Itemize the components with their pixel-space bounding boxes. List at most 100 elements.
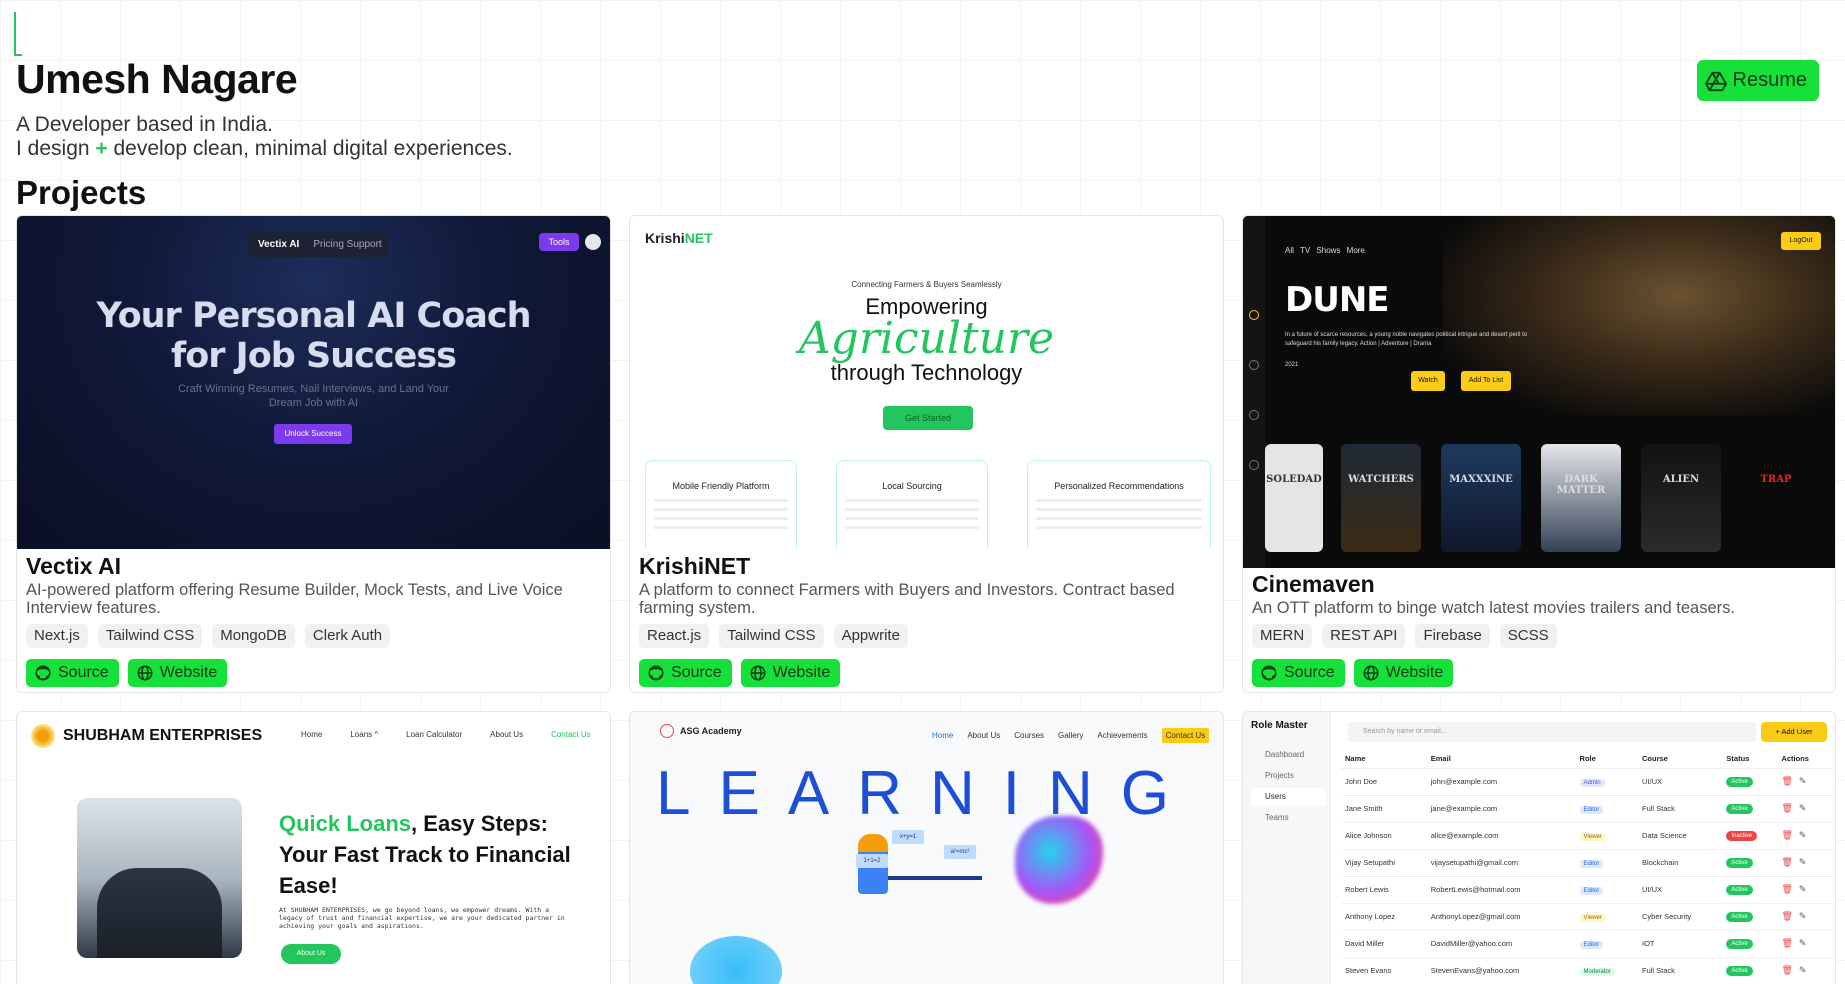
source-button[interactable]: Source <box>26 659 119 687</box>
project-description: AI-powered platform offering Resume Buil… <box>26 581 563 617</box>
website-button[interactable]: Website <box>740 659 841 687</box>
user-name: John Doe <box>1345 777 1378 786</box>
tagline-location: A Developer based in India. <box>16 113 273 136</box>
website-label: Website <box>772 664 831 681</box>
globe-icon <box>137 665 153 681</box>
preview-nav-item: Home <box>301 730 323 739</box>
table-cell: Moderator <box>1575 957 1638 984</box>
source-button[interactable]: Source <box>1252 659 1345 687</box>
preview-feature-card: Mobile Friendly Platform <box>645 460 797 549</box>
row-actions: 🗑✎ <box>1777 768 1833 796</box>
gradient-blob <box>690 936 782 984</box>
user-name: Steven Evans <box>1345 966 1392 975</box>
column-header: Name <box>1341 750 1427 769</box>
website-button[interactable]: Website <box>1353 659 1454 687</box>
status-badge: Active <box>1726 804 1753 814</box>
table-cell: UI/UX <box>1638 876 1723 904</box>
preview-cta: Unlock Success <box>274 424 352 444</box>
sidebar-item-active: Users <box>1251 788 1326 806</box>
row-actions: 🗑✎ <box>1777 903 1833 931</box>
source-label: Source <box>671 664 722 681</box>
website-label: Website <box>1385 664 1444 681</box>
project-card-asg-academy: ASG Academy Home About Us Courses Galler… <box>629 711 1224 984</box>
table-cell: Editor <box>1575 876 1638 904</box>
movie-poster: TRAP <box>1741 444 1811 552</box>
user-email: AnthonyLopez@gmail.com <box>1430 912 1521 921</box>
preview-logout: LogOut <box>1781 232 1821 250</box>
project-title: KrishiNET <box>639 553 751 579</box>
user-name: Alice Johnson <box>1345 831 1392 840</box>
user-course: UI/UX <box>1642 777 1663 786</box>
preview-nav: Home About Us Courses Gallery Achievemen… <box>932 728 1210 743</box>
trash-icon: 🗑 <box>1781 938 1799 948</box>
preview-search: Search by name or email... <box>1347 722 1757 742</box>
user-email: alice@example.com <box>1430 831 1499 840</box>
preview-sub-line: Craft Winning Resumes, Nail Interviews, … <box>178 383 449 395</box>
role-badge: Viewer <box>1579 832 1606 841</box>
tech-stack: MERN REST API Firebase SCSS <box>1252 624 1557 648</box>
project-actions: Source Website <box>639 659 841 687</box>
resume-button[interactable]: Resume <box>1696 60 1819 101</box>
project-card-cinemaven: All TV Shows More LogOut DUNE In a futur… <box>1242 215 1836 693</box>
projects-heading: Projects <box>16 174 147 211</box>
tech-chip: Clerk Auth <box>304 624 391 648</box>
table-cell: Editor <box>1575 930 1638 958</box>
project-screenshot[interactable]: KrishiNET Connecting Farmers & Buyers Se… <box>630 216 1223 549</box>
column-header: Role <box>1575 750 1638 769</box>
preview-sub-line: Dream Job with AI <box>268 397 359 409</box>
thought-bubble: 1+1=2 <box>856 854 888 868</box>
preview-sidebar <box>1243 216 1265 568</box>
preview-logo-a: Krishi <box>645 230 685 246</box>
user-name: David Miller <box>1345 939 1385 948</box>
user-name: Vijay Setupathi <box>1345 858 1395 867</box>
project-screenshot[interactable]: Role Master Dashboard Projects Users Tea… <box>1243 712 1835 984</box>
source-button[interactable]: Source <box>639 659 732 687</box>
project-screenshot[interactable]: SHUBHAM ENTERPRISES Home Loans ^ Loan Ca… <box>17 712 610 984</box>
table-cell: Viewer <box>1575 822 1638 850</box>
table-header: Name Email Role Course Status Actions <box>1341 750 1833 769</box>
table-cell: Viewer <box>1575 903 1638 931</box>
table-row: Jane Smith jane@example.com Editor Full Sta… <box>1341 795 1833 823</box>
user-course: Cyber Security <box>1642 912 1692 921</box>
preview-highlight: Agriculture <box>798 313 1055 364</box>
table-row: Anthony Lopez AnthonyLopez@gmail.com Viewe… <box>1341 903 1833 931</box>
row-actions: 🗑✎ <box>1777 876 1833 904</box>
status-badge: Active <box>1726 939 1753 949</box>
preview-movie-blurb: In a future of scarce resources, a young… <box>1285 332 1528 347</box>
avatar <box>585 234 601 250</box>
user-email: vijaysetupathi@gmail.com <box>1430 858 1518 867</box>
preview-headline-line: Your Personal AI Coach <box>96 296 531 336</box>
tagline-part: I design <box>16 137 96 160</box>
project-screenshot[interactable]: ASG Academy Home About Us Courses Galler… <box>630 712 1223 984</box>
logo-icon <box>660 724 674 738</box>
preview-movie-title: DUNE <box>1285 280 1390 320</box>
table-cell: Alice Johnson <box>1341 822 1427 850</box>
preview-cta: Get Started <box>883 406 973 430</box>
preview-contact: Contact Us <box>1161 728 1210 743</box>
status-badge: Inactive <box>1726 831 1758 841</box>
table-row: John Doe john@example.com Admin UI/UX Active… <box>1341 768 1833 796</box>
project-screenshot[interactable]: Vectix AI Pricing Support Tools Your Pers… <box>17 216 610 549</box>
table-cell: Inactive <box>1722 822 1778 850</box>
pencil-icon: ✎ <box>1798 938 1813 948</box>
tech-chip: Next.js <box>26 624 88 648</box>
website-button[interactable]: Website <box>127 659 228 687</box>
heart-icon <box>1249 410 1259 420</box>
project-card-vectix-ai: Vectix AI Pricing Support Tools Your Pers… <box>16 215 611 693</box>
source-label: Source <box>58 664 109 681</box>
globe-icon <box>750 665 766 681</box>
column-header: Status <box>1722 750 1778 769</box>
source-label: Source <box>1284 664 1335 681</box>
thought-bubble: x+y=1 <box>892 830 924 844</box>
sidebar-item: Projects <box>1265 771 1294 780</box>
table-cell: AnthonyLopez@gmail.com <box>1426 903 1576 931</box>
table-cell: Robert Lewis <box>1341 876 1427 904</box>
preview-nav-item: Loan Calculator <box>406 730 463 739</box>
tech-chip: React.js <box>639 624 710 648</box>
project-screenshot[interactable]: All TV Shows More LogOut DUNE In a futur… <box>1243 216 1835 568</box>
preview-brand: ASG Academy <box>680 726 742 736</box>
role-badge: Editor <box>1579 886 1604 895</box>
logo-icon <box>31 724 55 748</box>
status-badge: Active <box>1726 885 1753 895</box>
tech-chip: Firebase <box>1415 624 1490 648</box>
